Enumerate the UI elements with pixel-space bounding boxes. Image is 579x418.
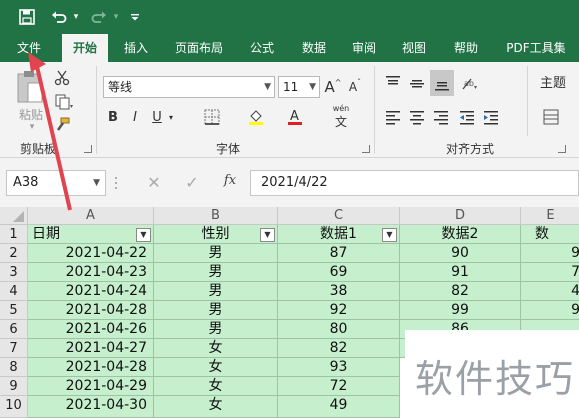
- annotation-arrow-icon: [28, 52, 72, 211]
